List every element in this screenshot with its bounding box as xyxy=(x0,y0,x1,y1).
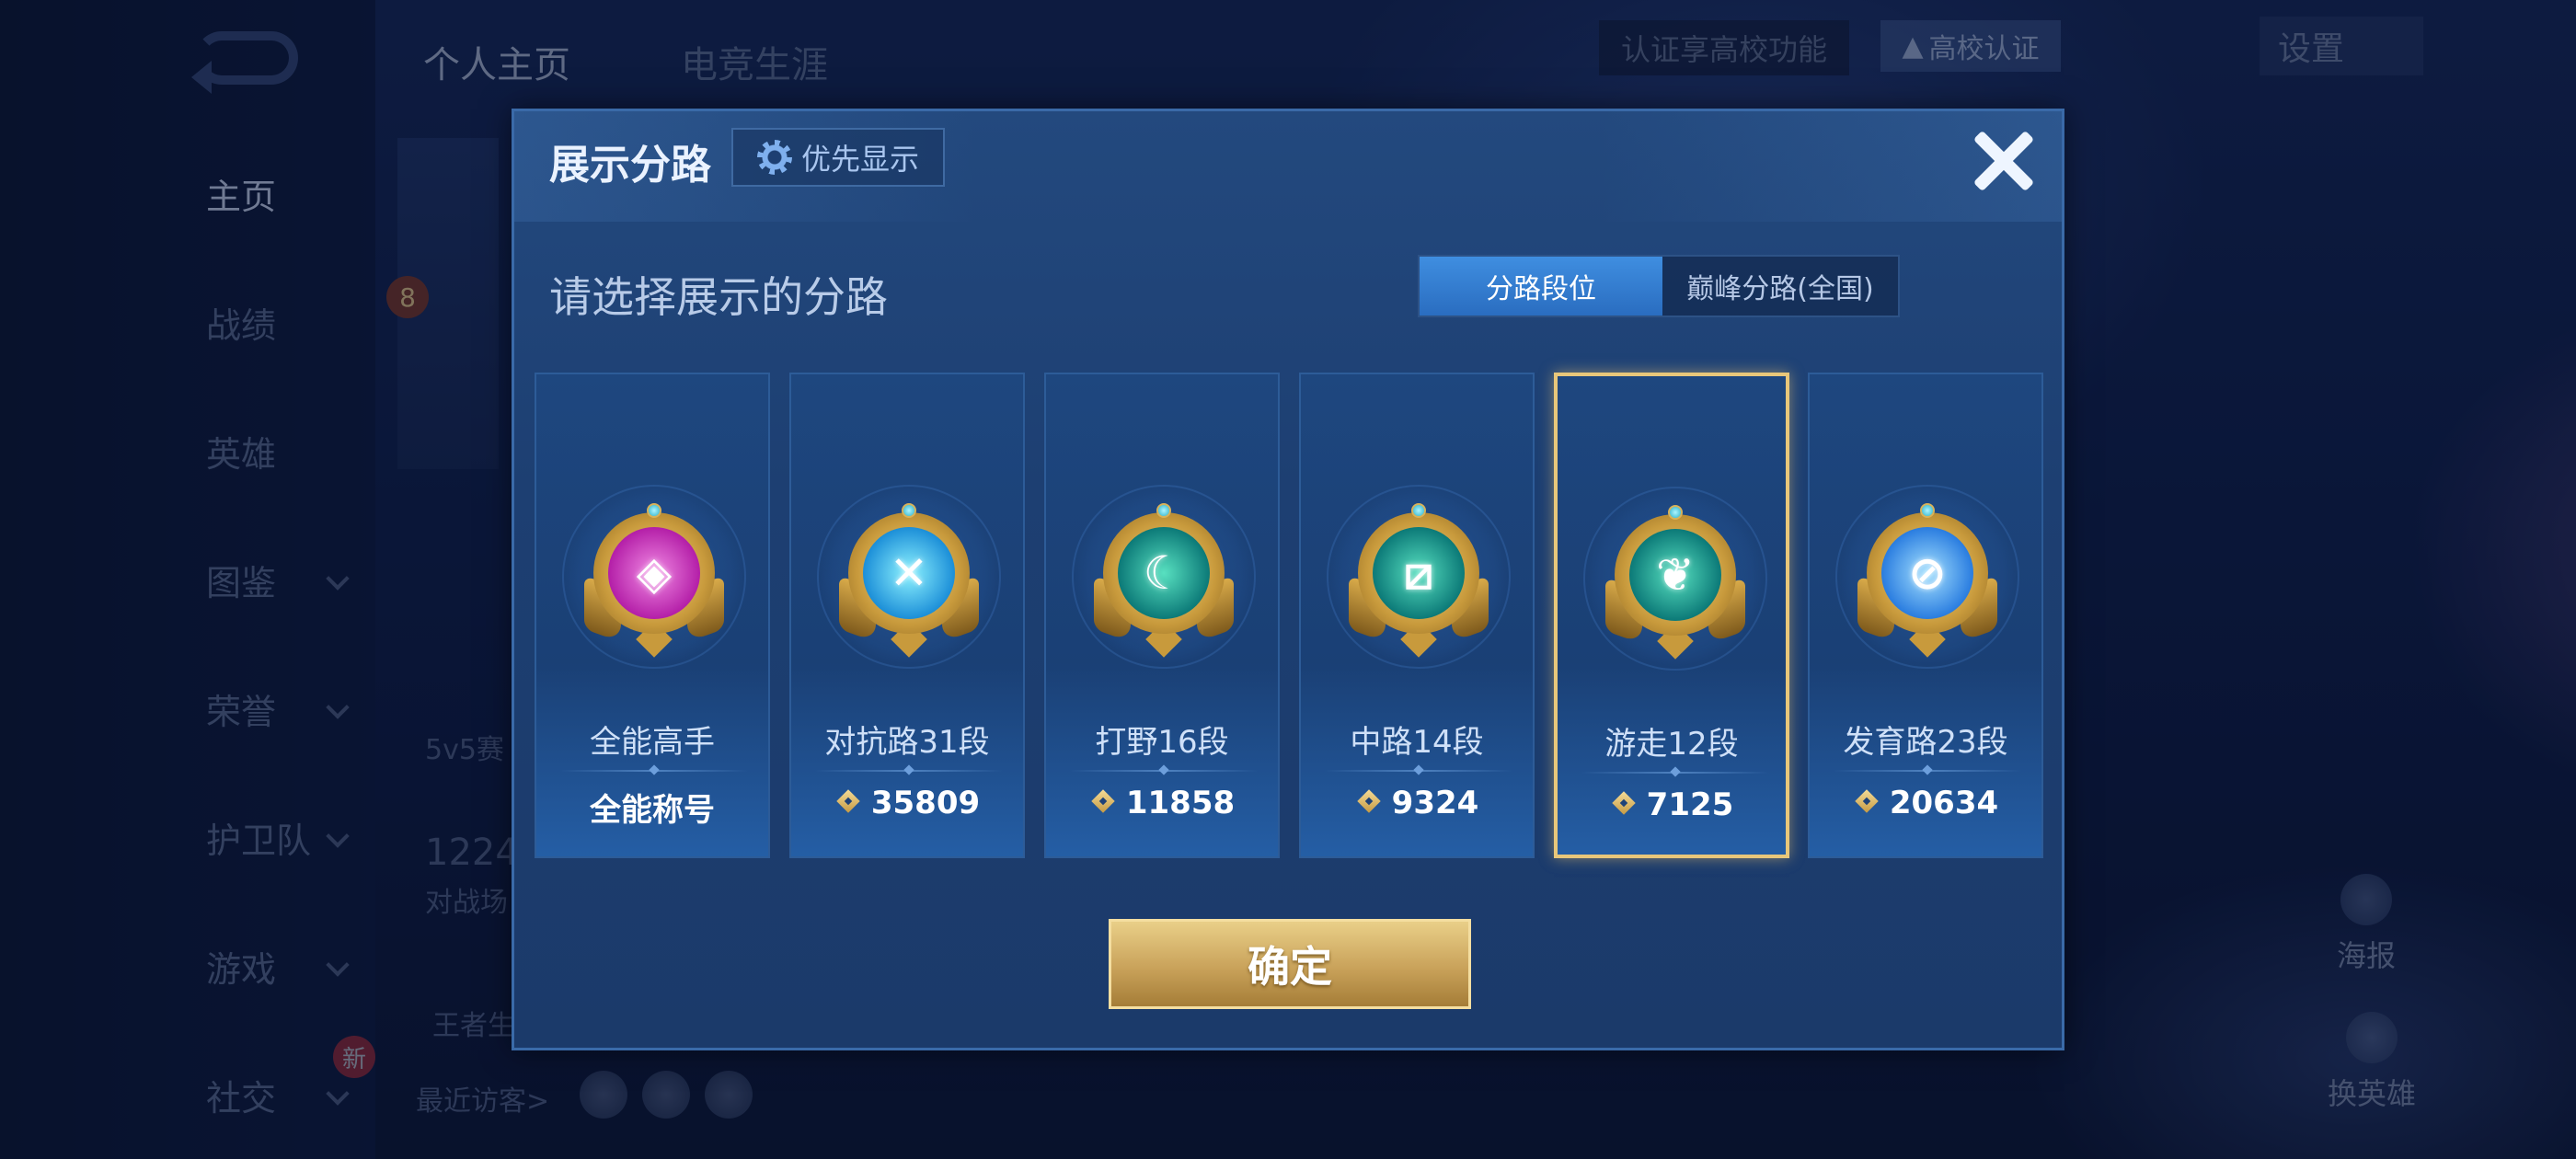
peak-points-icon xyxy=(1853,789,1880,817)
peak-points-icon xyxy=(1610,791,1638,819)
tab-peak-lane[interactable]: 巅峰分路(全国) xyxy=(1662,257,1898,316)
lane-symbol-icon: ❦ xyxy=(1656,548,1695,602)
peak-points-icon xyxy=(834,789,862,817)
lane-card-label: 打野16段 xyxy=(1095,724,1229,761)
lane-badge-icon: ◈ xyxy=(584,503,724,658)
lane-symbol-icon: ☾ xyxy=(1143,546,1185,600)
lane-type-toggle: 分路段位 巅峰分路(全国) xyxy=(1418,255,1900,317)
lane-symbol-icon: ◈ xyxy=(636,546,673,600)
divider xyxy=(560,770,748,772)
lane-card-value-text: 35809 xyxy=(870,785,981,821)
divider xyxy=(1834,770,2021,772)
lane-card-value-text: 20634 xyxy=(1889,785,1999,821)
lane-symbol-icon: ⧄ xyxy=(1404,545,1433,600)
lane-badge-icon: ✕ xyxy=(839,503,979,658)
lane-card-value-text: 全能称号 xyxy=(590,792,715,829)
lane-card-list: ◈ 全能高手全能称号 ✕ 对抗路31段 35809 ☾ 打野16段 11858 ⧄ 中路14段 93… xyxy=(535,373,2043,858)
lane-symbol-icon: ⊘ xyxy=(1908,546,1947,600)
lane-badge-icon: ☾ xyxy=(1094,503,1234,658)
priority-display-label: 优先显示 xyxy=(800,142,919,177)
gear-icon xyxy=(756,140,792,175)
divider xyxy=(815,770,1003,772)
tab-lane-rank[interactable]: 分路段位 xyxy=(1420,257,1662,316)
divider xyxy=(1581,772,1769,774)
lane-card-label: 全能高手 xyxy=(590,724,715,761)
lane-badge-icon: ❦ xyxy=(1605,505,1745,660)
dialog-subtitle: 请选择展示的分路 xyxy=(549,272,888,322)
lane-card-label: 发育路23段 xyxy=(1843,724,2008,761)
lane-card-value-text: 9324 xyxy=(1391,785,1479,821)
peak-points-icon xyxy=(1355,789,1383,817)
lane-card[interactable]: ◈ 全能高手全能称号 xyxy=(535,373,770,858)
lane-card-value-text: 11858 xyxy=(1125,785,1236,821)
lane-card[interactable]: ⧄ 中路14段 9324 xyxy=(1299,373,1535,858)
lane-card-value: 11858 xyxy=(1046,785,1278,821)
lane-card[interactable]: ✕ 对抗路31段 35809 xyxy=(789,373,1025,858)
lane-card-label: 对抗路31段 xyxy=(824,724,990,761)
divider xyxy=(1325,770,1512,772)
lane-card[interactable]: ⊘ 发育路23段 20634 xyxy=(1808,373,2043,858)
divider xyxy=(1070,770,1258,772)
lane-card-label: 游走12段 xyxy=(1604,726,1739,763)
close-icon[interactable] xyxy=(1966,124,2040,198)
lane-card[interactable]: ☾ 打野16段 11858 xyxy=(1044,373,1280,858)
lane-badge-icon: ⧄ xyxy=(1349,503,1489,658)
dialog-title: 展示分路 xyxy=(549,142,711,189)
lane-card-value-text: 7125 xyxy=(1646,786,1734,823)
lane-display-dialog: 展示分路 优先显示 请选择展示的分路 分路段位 巅峰分路(全国) ◈ 全能高手全能… xyxy=(512,109,2064,1050)
lane-card-value: 9324 xyxy=(1301,785,1533,821)
priority-display-button[interactable]: 优先显示 xyxy=(731,128,945,187)
confirm-button[interactable]: 确定 xyxy=(1109,919,1471,1009)
lane-card-value: 20634 xyxy=(1810,785,2041,821)
peak-points-icon xyxy=(1089,789,1117,817)
lane-card-label: 中路14段 xyxy=(1350,724,1484,761)
lane-card-value: 7125 xyxy=(1558,786,1786,823)
lane-badge-icon: ⊘ xyxy=(1857,503,1997,658)
lane-card[interactable]: ❦ 游走12段 7125 xyxy=(1554,373,1789,858)
lane-card-value: 全能称号 xyxy=(536,785,768,830)
lane-card-value: 35809 xyxy=(791,785,1023,821)
lane-symbol-icon: ✕ xyxy=(890,546,928,600)
